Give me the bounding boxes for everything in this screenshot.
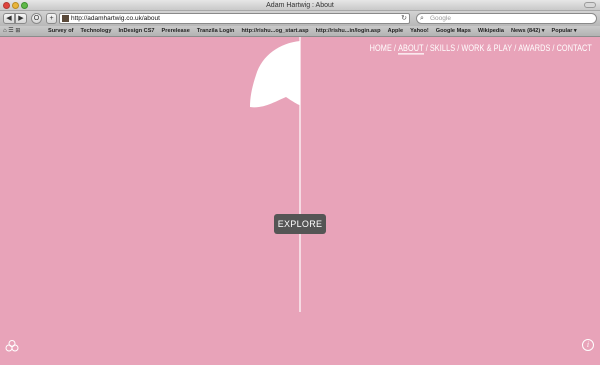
bookmark-item[interactable]: InDesign CS7 [118, 26, 154, 37]
search-input[interactable]: Google [430, 14, 451, 23]
url-text[interactable]: http://adamhartwig.co.uk/about [71, 14, 160, 23]
bookmark-item[interactable]: http://rishu...og_start.asp [241, 26, 308, 37]
bookmarks-bar: ⌂ ☰ ⊞ Survey of Technology InDesign CS7 Pre… [0, 26, 600, 37]
site-favicon-icon [62, 15, 69, 22]
nav-separator: / [552, 42, 555, 54]
explore-button[interactable]: EXPLORE [274, 214, 326, 234]
bookmark-item[interactable]: http://rishu...in/login.asp [316, 26, 381, 37]
reload-icon[interactable]: ↻ [401, 14, 407, 23]
bookmark-item[interactable]: Technology [81, 26, 112, 37]
bookmark-item[interactable]: Yahoo! [410, 26, 429, 37]
back-button[interactable]: ◀ [3, 13, 15, 24]
nav-separator: / [457, 42, 460, 54]
bookmark-item[interactable]: Apple [388, 26, 404, 37]
opera-menu-button[interactable]: O [31, 13, 42, 24]
nav-link-work-play[interactable]: WORK & PLAY [461, 42, 512, 55]
info-icon[interactable]: i [582, 339, 594, 351]
bookmark-list: Survey of Technology InDesign CS7 Prereleas… [48, 26, 577, 37]
bookmark-item[interactable]: Tranzila Login [197, 26, 235, 37]
forward-button[interactable]: ▶ [15, 13, 27, 24]
address-bar[interactable]: http://adamhartwig.co.uk/about ↻ [59, 13, 410, 24]
browser-toolbar: ◀ ▶ O + http://adamhartwig.co.uk/about ↻… [0, 11, 600, 26]
search-icon: ⌕ [420, 15, 424, 22]
bookmark-item[interactable]: Google Maps [436, 26, 471, 37]
window-title: Adam Hartwig : About [266, 2, 334, 9]
nav-link-awards[interactable]: AWARDS [518, 42, 550, 55]
plus-icon: + [49, 15, 54, 22]
bookmark-item[interactable]: Prerelease [162, 26, 190, 37]
head-silhouette-illustration [170, 37, 430, 312]
site-logo-icon[interactable] [5, 340, 19, 352]
bookmark-tools[interactable]: ⌂ ☰ ⊞ [3, 26, 20, 37]
bookmark-item[interactable]: Wikipedia [478, 26, 504, 37]
bookmark-item[interactable]: News (842) ▾ [511, 26, 545, 37]
search-field[interactable]: ⌕ Google [416, 13, 597, 24]
bookmark-item[interactable]: Popular ▾ [552, 26, 577, 37]
nav-link-contact[interactable]: CONTACT [557, 42, 592, 55]
bookmark-item[interactable]: Survey of [48, 26, 74, 37]
toolbar-toggle-button[interactable] [584, 2, 596, 8]
nav-separator: / [514, 42, 517, 54]
window-titlebar: Adam Hartwig : About [0, 0, 600, 11]
back-icon: ◀ [6, 15, 12, 22]
forward-icon: ▶ [18, 15, 24, 22]
add-bookmark-button[interactable]: + [46, 13, 57, 24]
